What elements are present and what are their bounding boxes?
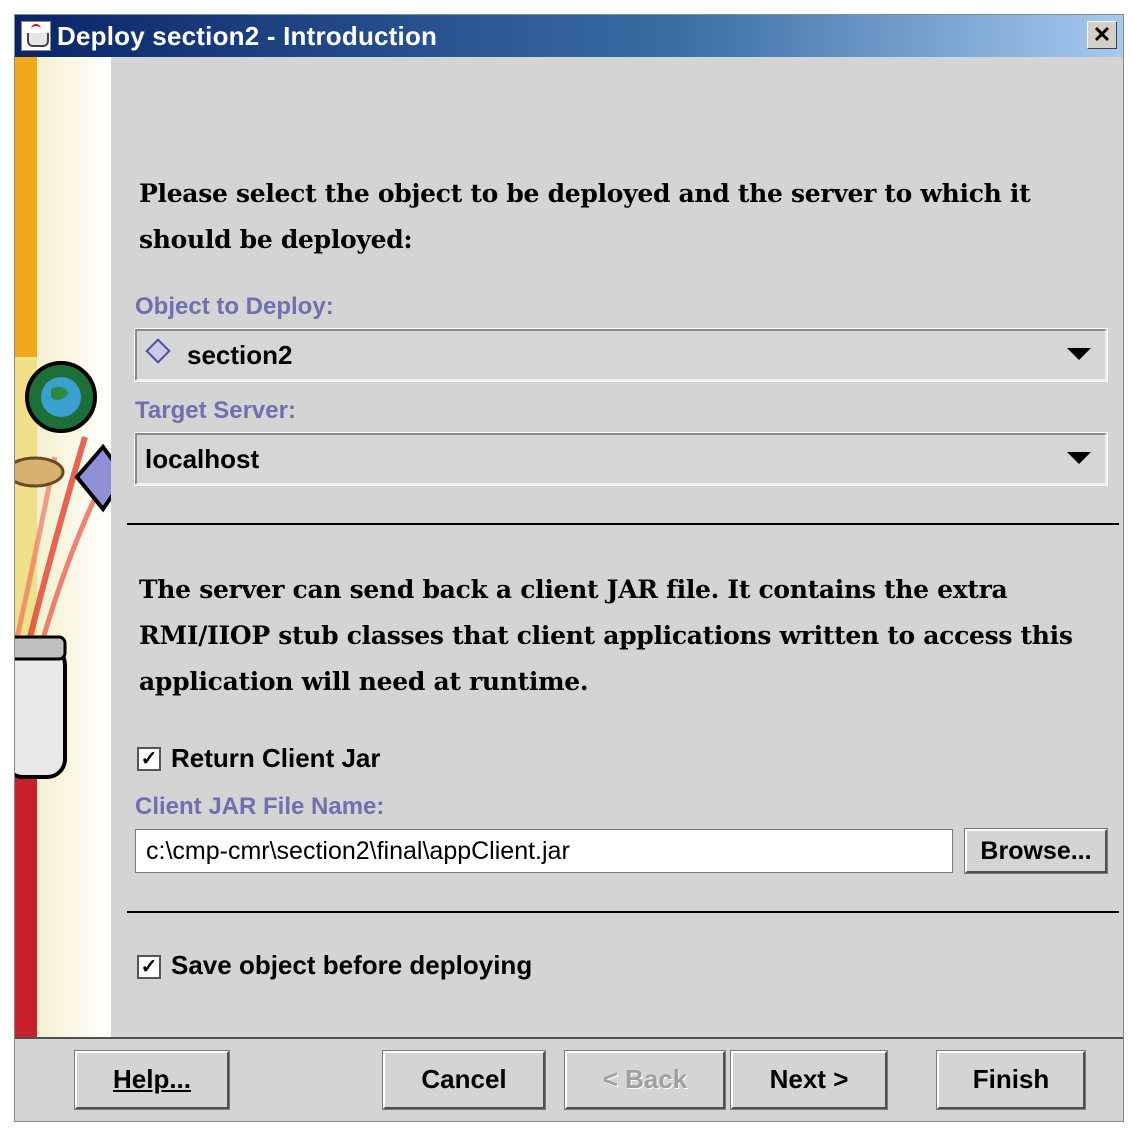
deploy-illustration-icon: [15, 361, 111, 779]
save-before-deploy-checkbox[interactable]: ✓: [137, 955, 161, 979]
diamond-icon: [145, 338, 171, 364]
target-server-combo[interactable]: localhost: [134, 432, 1108, 486]
finish-button[interactable]: Finish: [936, 1050, 1086, 1110]
target-server-value: localhost: [145, 444, 260, 474]
window-title: Deploy section2 - Introduction: [57, 20, 438, 51]
client-jar-file-input[interactable]: c:\cmp-cmr\section2\final\appClient.jar: [135, 829, 953, 873]
target-server-label: Target Server:: [135, 397, 296, 424]
title-bar[interactable]: Deploy section2 - Introduction ✕: [15, 15, 1123, 57]
object-to-deploy-label: Object to Deploy:: [135, 293, 334, 320]
wizard-content: Please select the object to be deployed …: [111, 57, 1123, 1037]
close-button[interactable]: ✕: [1087, 21, 1117, 49]
browse-button[interactable]: Browse...: [964, 828, 1108, 874]
java-cup-icon: [21, 21, 51, 51]
back-button[interactable]: < Back: [564, 1050, 726, 1110]
intro-line-2: should be deployed:: [139, 225, 413, 254]
client-jar-info-line-2: RMI/IIOP stub classes that client applic…: [139, 621, 1073, 650]
client-jar-info-line-3: application will need at runtime.: [139, 667, 589, 696]
chevron-down-icon[interactable]: [1067, 348, 1091, 360]
cancel-button[interactable]: Cancel: [382, 1050, 546, 1110]
client-jar-file-label: Client JAR File Name:: [135, 793, 385, 820]
object-to-deploy-value: section2: [187, 340, 293, 370]
intro-line-1: Please select the object to be deployed …: [139, 179, 1031, 208]
client-jar-info-line-1: The server can send back a client JAR fi…: [139, 575, 1008, 604]
deploy-dialog: Deploy section2 - Introduction ✕ Please …: [14, 14, 1124, 1122]
next-button[interactable]: Next >: [730, 1050, 888, 1110]
save-before-deploy-label[interactable]: Save object before deploying: [171, 950, 532, 981]
help-button[interactable]: Help...: [74, 1050, 230, 1110]
wizard-side-image: [15, 57, 111, 1037]
object-to-deploy-combo[interactable]: section2: [134, 328, 1108, 382]
separator: [127, 523, 1119, 525]
intro-text: Please select the object to be deployed …: [139, 171, 1031, 263]
button-bar: Help... Cancel < Back Next > Finish: [15, 1037, 1123, 1121]
client-jar-info-text: The server can send back a client JAR fi…: [139, 567, 1073, 705]
help-button-label: Help...: [112, 1064, 191, 1094]
separator: [127, 911, 1119, 913]
chevron-down-icon[interactable]: [1067, 452, 1091, 464]
return-client-jar-label[interactable]: Return Client Jar: [171, 743, 381, 774]
return-client-jar-checkbox[interactable]: ✓: [137, 747, 161, 771]
